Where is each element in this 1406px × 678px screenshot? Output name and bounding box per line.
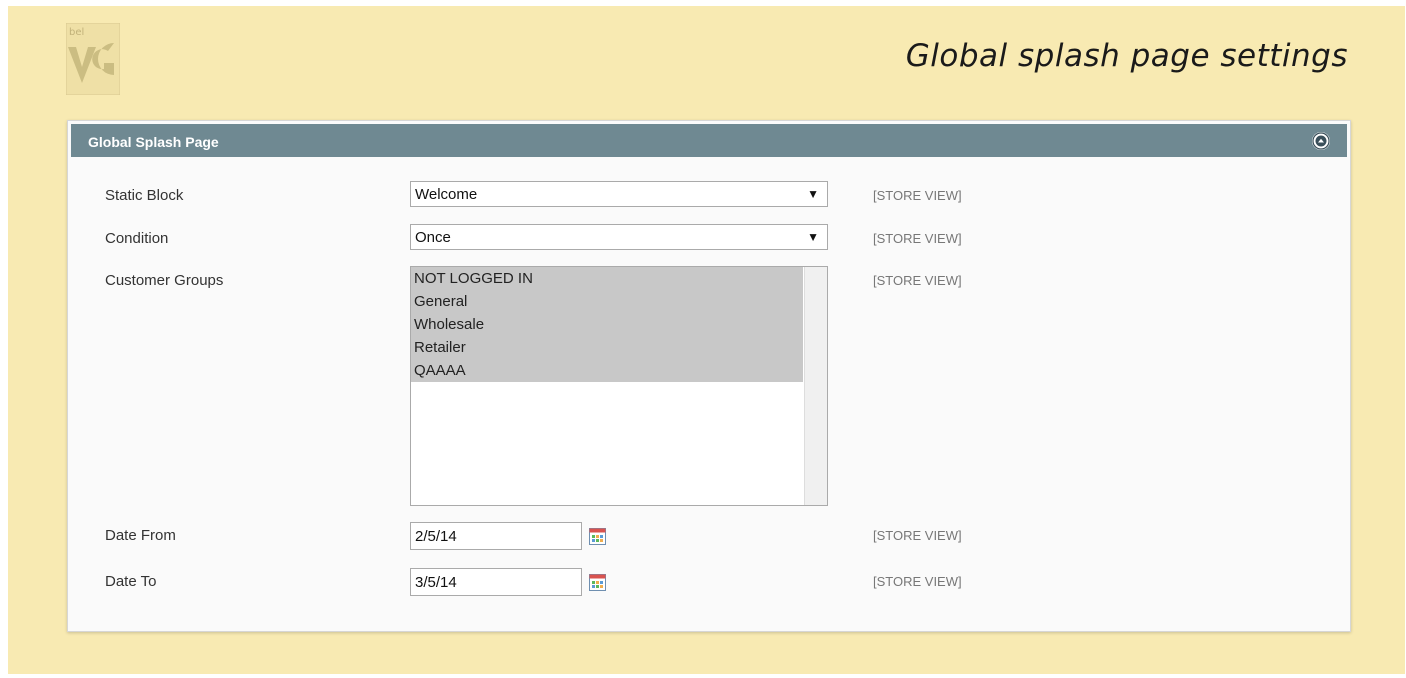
condition-select[interactable]: Once ▼ <box>410 224 828 250</box>
date-to-input[interactable]: 3/5/14 <box>410 568 582 596</box>
date-to-scope: [STORE VIEW] <box>873 574 962 589</box>
customer-groups-multiselect[interactable]: NOT LOGGED IN General Wholesale Retailer… <box>410 266 828 506</box>
global-splash-page-panel: Global Splash Page Static Block Welcome … <box>67 120 1351 632</box>
static-block-value: Welcome <box>415 186 478 203</box>
bel-vg-logo-icon: bel <box>65 22 121 96</box>
condition-label: Condition <box>105 230 169 247</box>
customer-group-option[interactable]: General <box>411 290 803 313</box>
customer-groups-scrollbar[interactable] <box>804 267 827 505</box>
collapse-button[interactable] <box>1312 132 1330 150</box>
logo: bel <box>65 22 121 96</box>
triangle-down-icon: ▼ <box>807 187 819 201</box>
calendar-icon[interactable] <box>589 574 606 591</box>
static-block-scope: [STORE VIEW] <box>873 188 962 203</box>
page-heading: Global splash page settings <box>905 38 1348 74</box>
customer-group-option[interactable]: Wholesale <box>411 313 803 336</box>
date-from-input[interactable]: 2/5/14 <box>410 522 582 550</box>
date-to-label: Date To <box>105 573 157 590</box>
static-block-label: Static Block <box>105 187 184 204</box>
panel-title: Global Splash Page <box>88 134 219 150</box>
date-from-scope: [STORE VIEW] <box>873 528 962 543</box>
date-from-label: Date From <box>105 527 176 544</box>
customer-groups-label: Customer Groups <box>105 272 224 289</box>
customer-group-option[interactable]: NOT LOGGED IN <box>411 267 803 290</box>
condition-value: Once <box>415 229 451 246</box>
triangle-down-icon: ▼ <box>807 230 819 244</box>
chevron-up-circle-icon <box>1312 132 1330 150</box>
customer-groups-scope: [STORE VIEW] <box>873 273 962 288</box>
svg-text:bel: bel <box>69 27 84 38</box>
calendar-icon[interactable] <box>589 528 606 545</box>
customer-group-option[interactable]: Retailer <box>411 336 803 359</box>
customer-groups-options: NOT LOGGED IN General Wholesale Retailer… <box>411 267 803 382</box>
panel-header[interactable]: Global Splash Page <box>71 124 1347 157</box>
static-block-select[interactable]: Welcome ▼ <box>410 181 828 207</box>
customer-group-option[interactable]: QAAAA <box>411 359 803 382</box>
condition-scope: [STORE VIEW] <box>873 231 962 246</box>
